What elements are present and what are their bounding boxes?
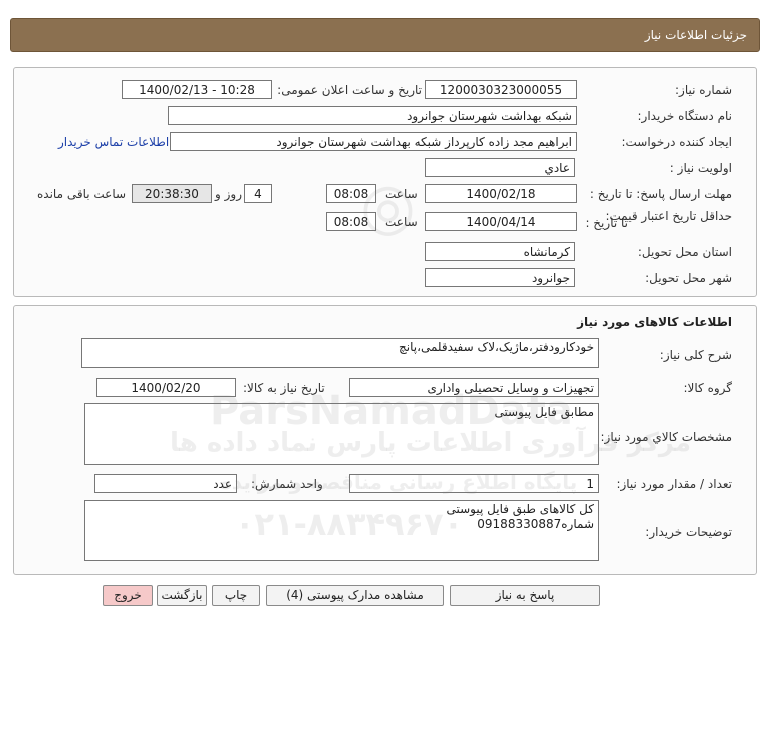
quantity-field: 1 bbox=[349, 474, 599, 493]
remaining-label: ساعت باقی مانده bbox=[37, 187, 127, 201]
announce-datetime-field: 1400/02/13 - 10:28 bbox=[122, 80, 272, 99]
reply-button[interactable]: پاسخ به نیاز bbox=[450, 585, 600, 606]
deadline-time-label: ساعت bbox=[385, 187, 418, 201]
view-attachments-button[interactable]: مشاهده مدارک پیوستی (4) bbox=[266, 585, 444, 606]
remaining-time-field: 20:38:30 bbox=[132, 184, 212, 203]
spec-field: مطابق فایل پیوستی bbox=[84, 403, 599, 465]
priority-field: عادي bbox=[425, 158, 575, 177]
deadline-time-field: 08:08 bbox=[326, 184, 376, 203]
buyer-contact-link[interactable]: اطلاعات تماس خریدار bbox=[58, 135, 169, 149]
buyer-notes-line-2: شماره09188330887 bbox=[477, 517, 594, 531]
unit-label: واحد شمارش: bbox=[251, 477, 323, 491]
quantity-label: تعداد / مقدار مورد نیاز: bbox=[616, 477, 732, 491]
city-field: جوانرود bbox=[425, 268, 575, 287]
spec-label: مشخصات کالاي مورد نیاز: bbox=[600, 430, 732, 444]
description-label: شرح کلی نیاز: bbox=[659, 348, 732, 362]
validity-until-label: تا تاریخ : bbox=[585, 216, 628, 230]
creator-field: ابراهیم مجد زاده کارپرداز شبکه بهداشت شه… bbox=[170, 132, 577, 151]
buyer-notes-label: توضیحات خریدار: bbox=[645, 525, 732, 539]
city-label: شهر محل تحویل: bbox=[645, 271, 732, 285]
print-button[interactable]: چاپ bbox=[212, 585, 260, 606]
deadline-date-field: 1400/02/18 bbox=[425, 184, 577, 203]
buyer-notes-field: کل کالاهای طبق فایل پیوستی شماره09188330… bbox=[84, 500, 599, 561]
buyer-org-label: نام دستگاه خریدار: bbox=[637, 109, 733, 123]
validity-date-field: 1400/04/14 bbox=[425, 212, 577, 231]
unit-field: عدد bbox=[94, 474, 237, 493]
description-field: خودکارودفتر،ماژیک،لاک سفیدقلمی،پانچ bbox=[81, 338, 599, 368]
goods-section-title: اطلاعات کالاهای مورد نیاز bbox=[577, 315, 732, 329]
announce-label: تاریخ و ساعت اعلان عمومی: bbox=[277, 83, 422, 97]
province-label: استان محل تحویل: bbox=[637, 245, 732, 259]
page-header: جزئیات اطلاعات نیاز bbox=[10, 18, 760, 52]
back-button[interactable]: بازگشت bbox=[157, 585, 207, 606]
page-title: جزئیات اطلاعات نیاز bbox=[644, 28, 747, 42]
validity-time-label: ساعت bbox=[385, 215, 418, 229]
need-number-field: 1200030323000055 bbox=[425, 80, 577, 99]
deadline-label: مهلت ارسال پاسخ: تا تاریخ : bbox=[589, 187, 732, 201]
priority-label: اولویت نیاز : bbox=[669, 161, 732, 175]
exit-button[interactable]: خروج bbox=[103, 585, 153, 606]
goods-group-label: گروه کالا: bbox=[683, 381, 733, 395]
buyer-notes-line-1: کل کالاهای طبق فایل پیوستی bbox=[446, 502, 595, 516]
goods-group-field: تجهیزات و وسایل تحصیلی واداری bbox=[349, 378, 599, 397]
province-field: کرمانشاه bbox=[425, 242, 575, 261]
need-number-label: شماره نیاز: bbox=[675, 83, 732, 97]
validity-time-field: 08:08 bbox=[326, 212, 376, 231]
creator-label: ایجاد کننده درخواست: bbox=[621, 135, 732, 149]
days-remaining-field: 4 bbox=[244, 184, 272, 203]
need-date-field: 1400/02/20 bbox=[96, 378, 236, 397]
days-label: روز و bbox=[215, 187, 242, 201]
buyer-org-field: شبکه بهداشت شهرستان جوانرود bbox=[168, 106, 577, 125]
need-date-label: تاریخ نیاز به کالا: bbox=[243, 381, 325, 395]
need-info-panel bbox=[13, 67, 757, 297]
